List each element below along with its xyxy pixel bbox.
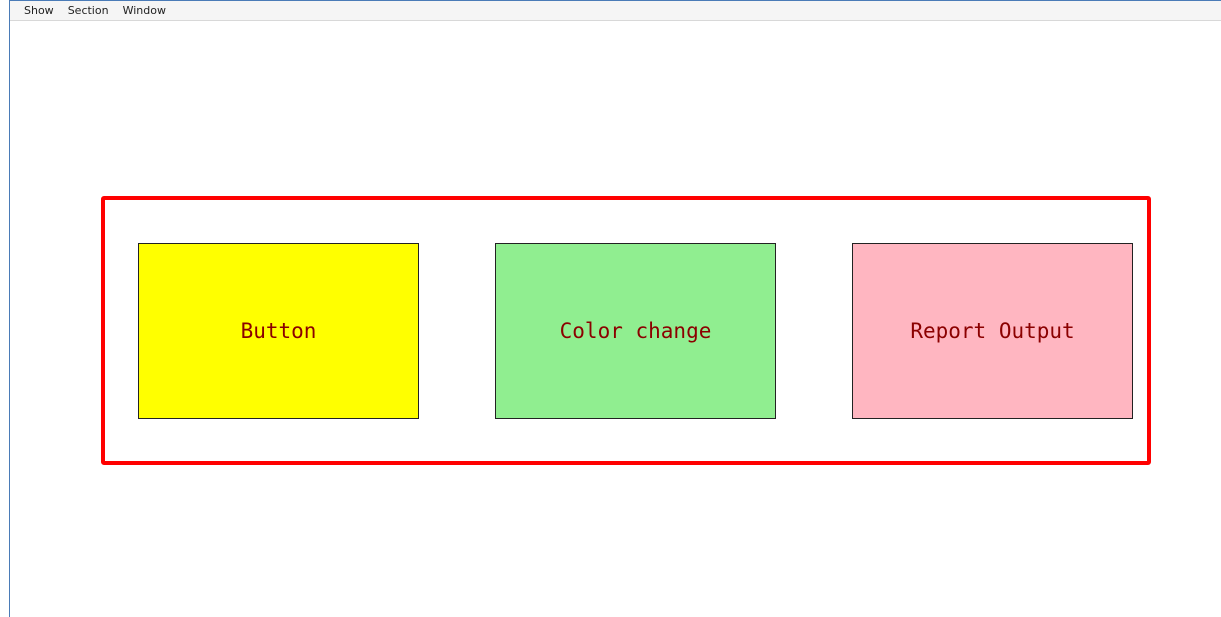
menu-bar: Show Section Window [10,1,1221,21]
menu-show[interactable]: Show [10,2,61,20]
menu-section[interactable]: Section [61,2,116,20]
menu-window[interactable]: Window [116,2,173,20]
report-output-button[interactable]: Report Output [852,243,1133,419]
color-change-button[interactable]: Color change [495,243,776,419]
button-button[interactable]: Button [138,243,419,419]
app-window: Show Section Window Button Color change … [9,0,1221,617]
